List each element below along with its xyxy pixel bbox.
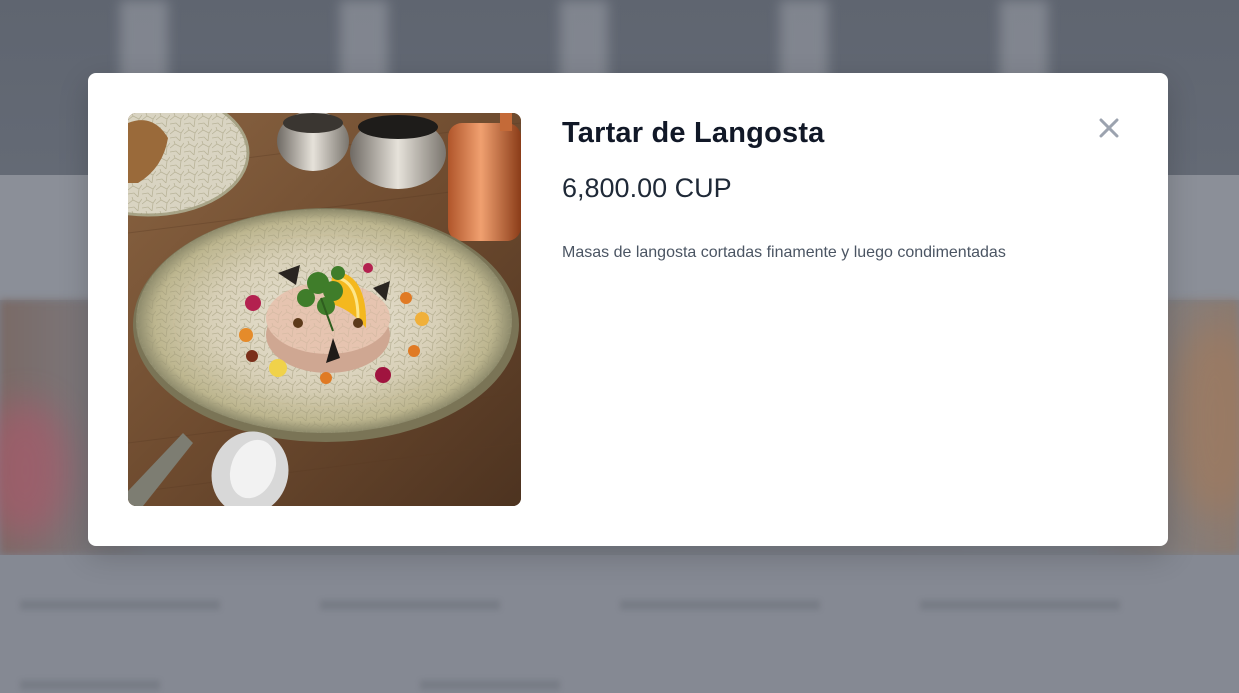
- close-icon: [1099, 118, 1119, 138]
- close-button[interactable]: [1094, 113, 1124, 143]
- product-image: [128, 113, 521, 506]
- food-photo-icon: [128, 113, 521, 506]
- bg-decor: [20, 600, 220, 610]
- bg-decor: [620, 600, 820, 610]
- product-modal: Tartar de Langosta 6,800.00 CUP Masas de…: [88, 73, 1168, 546]
- bg-decor: [320, 600, 500, 610]
- bg-bottom-band: [0, 555, 1239, 693]
- bg-decor: [420, 680, 560, 690]
- product-description: Masas de langosta cortadas finamente y l…: [562, 244, 1006, 261]
- product-price: 6,800.00 CUP: [562, 173, 732, 203]
- product-title: Tartar de Langosta: [562, 117, 825, 149]
- bg-decor: [20, 680, 160, 690]
- bg-decor: [920, 600, 1120, 610]
